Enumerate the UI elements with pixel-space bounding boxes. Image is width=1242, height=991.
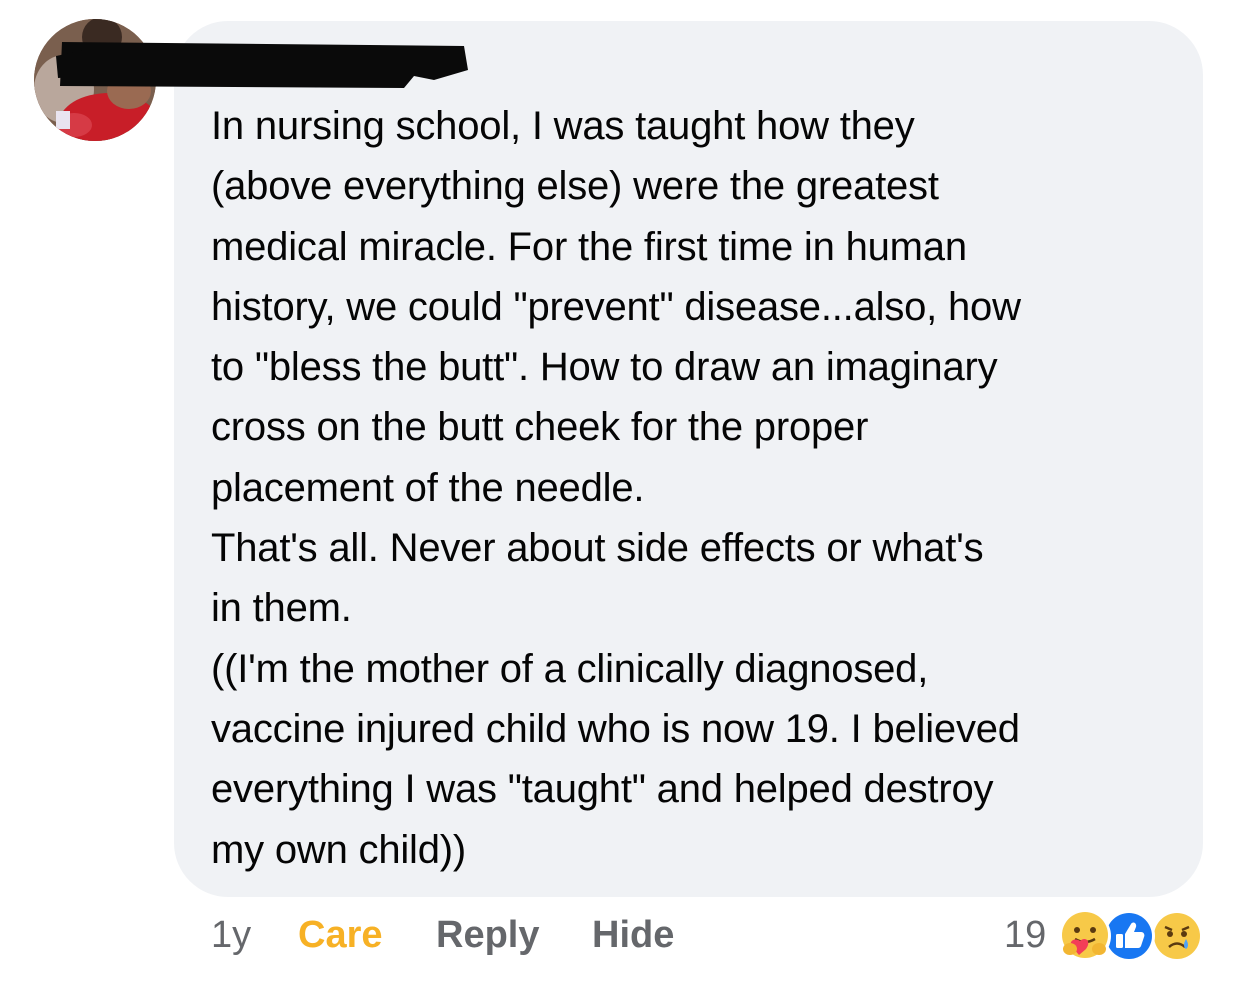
care-icon	[1058, 909, 1112, 963]
reaction-summary[interactable]	[1058, 909, 1208, 969]
sad-icon	[1150, 909, 1204, 963]
comment-text: In nursing school, I was taught how they…	[211, 104, 1021, 872]
timestamp[interactable]: 1y	[211, 909, 251, 961]
comment-actions: 1y Care Reply Hide 19	[0, 909, 1242, 965]
care-reaction-button[interactable]: Care	[298, 909, 383, 961]
reaction-count[interactable]: 19	[1004, 909, 1046, 961]
redacted-author-name	[56, 42, 468, 88]
reply-button[interactable]: Reply	[436, 909, 539, 961]
hide-button[interactable]: Hide	[592, 909, 674, 961]
